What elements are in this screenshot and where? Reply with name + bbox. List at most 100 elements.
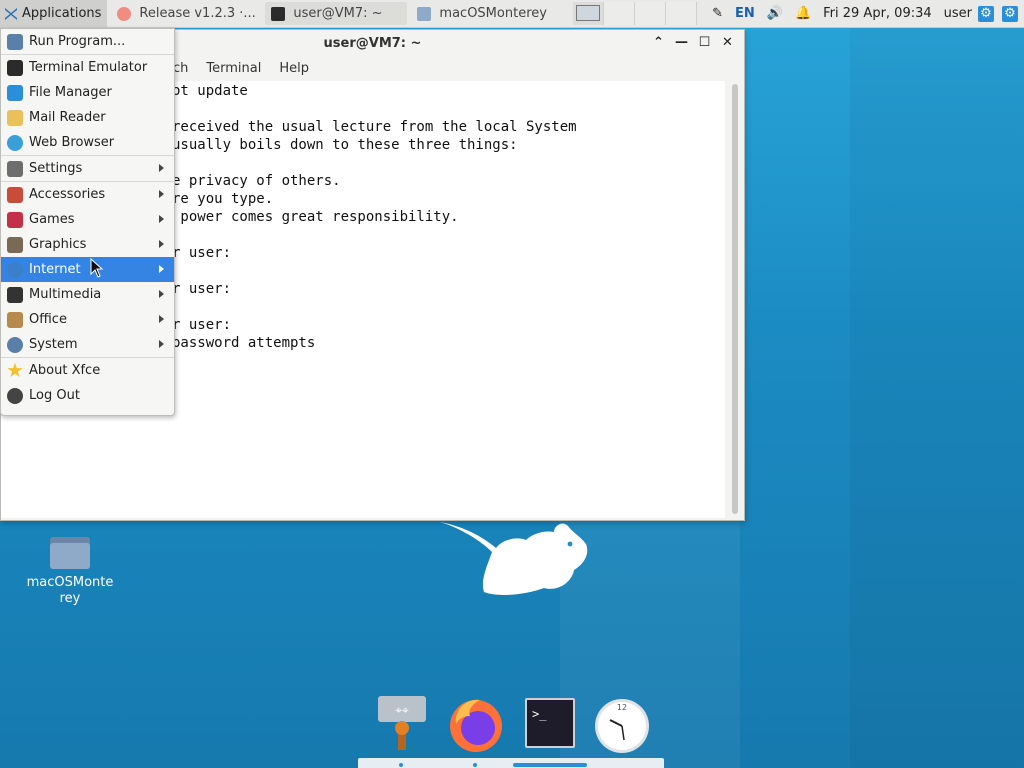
volume-icon[interactable]: 🔊 [767,6,783,21]
menu-item-system[interactable]: System [1,332,174,357]
dock-running-dot [473,763,477,767]
user-menu[interactable]: user [944,6,972,21]
mouse-cursor-icon [90,258,104,278]
run-program-icon [7,33,23,50]
submenu-arrow-icon [159,290,164,298]
globe-icon [7,134,23,151]
menu-item-mail-reader[interactable]: Mail Reader [1,105,174,130]
terminal-icon[interactable]: >_ [522,694,578,752]
menu-item-label: System [29,337,78,352]
folder-icon [417,6,432,21]
maximize-button[interactable]: ☐ [696,34,713,51]
terminal-icon [7,59,23,76]
office-icon [7,311,23,328]
menu-item-label: Settings [29,161,83,176]
file-manager-icon [7,84,23,101]
app-finder-icon[interactable]: ⌖⌖ [374,694,430,752]
applications-menu-button[interactable]: Applications [0,0,108,27]
menu-item-label: File Manager [29,85,112,100]
clock-icon[interactable]: 12 [592,694,649,753]
menu-item-label: Accessories [29,187,106,202]
terminal-icon [271,6,286,21]
menu-item-internet[interactable]: Internet [1,257,174,282]
menu-item-graphics[interactable]: Graphics [1,232,174,257]
menu-terminal[interactable]: Terminal [206,61,261,76]
firefox-icon[interactable] [446,694,502,752]
top-panel: Applications Release v1.2.3 ·... user@VM… [0,0,1024,28]
menu-item-label: Mail Reader [29,110,106,125]
workspace-1[interactable] [573,2,605,25]
settings-icon [7,160,23,177]
terminal-scrollbar[interactable] [732,84,738,514]
desktop-folder-macosmonterey[interactable]: macOSMonterey [16,535,124,607]
xfce-icon [5,7,17,20]
taskbar-item-label: Release v1.2.3 ·... [139,6,256,21]
svg-text:>_: >_ [532,707,547,721]
menu-item-label: Web Browser [29,135,115,150]
menu-item-about-xfce[interactable]: About Xfce [1,358,174,383]
menu-item-label: Internet [29,262,81,277]
menu-help[interactable]: Help [279,61,309,76]
clock[interactable]: Fri 29 Apr, 09:34 [823,6,932,21]
settings-gear-icon[interactable]: ⚙ [1002,5,1018,22]
notifications-icon[interactable]: 🔔 [795,6,811,21]
menu-item-label: Log Out [29,388,80,403]
network-icon[interactable]: ✎ [712,6,723,21]
roll-up-icon[interactable]: ⌃ [650,34,667,51]
menu-item-label: Run Program... [29,34,126,49]
submenu-arrow-icon [159,340,164,348]
svg-text:12: 12 [617,703,627,712]
dock-active-indicator [513,763,587,767]
menu-item-label: About Xfce [29,363,101,378]
applications-label: Applications [22,6,102,21]
menu-item-label: Office [29,312,67,327]
menu-item-accessories[interactable]: Accessories [1,182,174,207]
menu-item-multimedia[interactable]: Multimedia [1,282,174,307]
graphics-icon [7,236,23,253]
workspace-4[interactable] [666,2,698,25]
submenu-arrow-icon [159,315,164,323]
keyboard-layout-indicator[interactable]: EN [735,6,755,21]
submenu-arrow-icon [159,190,164,198]
folder-icon [50,535,90,569]
workspace-3[interactable] [635,2,667,25]
menu-item-office[interactable]: Office [1,307,174,332]
firefox-icon [117,6,132,21]
system-icon [7,336,23,353]
menu-item-web-browser[interactable]: Web Browser [1,130,174,155]
svg-text:⌖⌖: ⌖⌖ [395,703,409,717]
workspace-switcher [573,2,698,25]
workspace-2[interactable] [604,2,636,25]
menu-item-games[interactable]: Games [1,207,174,232]
taskbar-item-label: user@VM7: ~ [293,6,383,21]
menu-item-label: Multimedia [29,287,102,302]
menu-search[interactable]: ch [173,61,188,76]
accessories-icon [7,186,23,203]
menu-item-file-manager[interactable]: File Manager [1,80,174,105]
taskbar-item-firefox[interactable]: Release v1.2.3 ·... [111,2,261,25]
background-band [850,27,1024,768]
menu-item-terminal-emulator[interactable]: Terminal Emulator [1,55,174,80]
submenu-arrow-icon [159,164,164,172]
mail-icon [7,109,23,126]
minimize-button[interactable]: — [673,34,690,51]
desktop-folder-label: macOSMonterey [26,575,114,606]
submenu-arrow-icon [159,265,164,273]
multimedia-icon [7,286,23,303]
dock: ⌖⌖ >_ 12 [358,690,664,768]
dock-bar [358,758,664,768]
menu-item-settings[interactable]: Settings [1,156,174,181]
taskbar-item-folder[interactable]: macOSMonterey [411,2,563,25]
close-button[interactable]: ✕ [719,34,736,51]
star-icon [7,362,23,378]
window-title: user@VM7: ~ [323,35,422,51]
menu-item-run-program[interactable]: Run Program... [1,29,174,54]
menu-item-label: Graphics [29,237,87,252]
menu-item-label: Terminal Emulator [29,60,148,75]
internet-icon [7,261,23,278]
system-tray: ✎ EN 🔊 🔔 Fri 29 Apr, 09:34 user ⚙ ⚙ [706,0,1024,27]
gear-icon[interactable]: ⚙ [978,5,994,22]
taskbar-item-terminal[interactable]: user@VM7: ~ [265,2,408,25]
games-icon [7,211,23,228]
menu-item-log-out[interactable]: Log Out [1,383,174,408]
